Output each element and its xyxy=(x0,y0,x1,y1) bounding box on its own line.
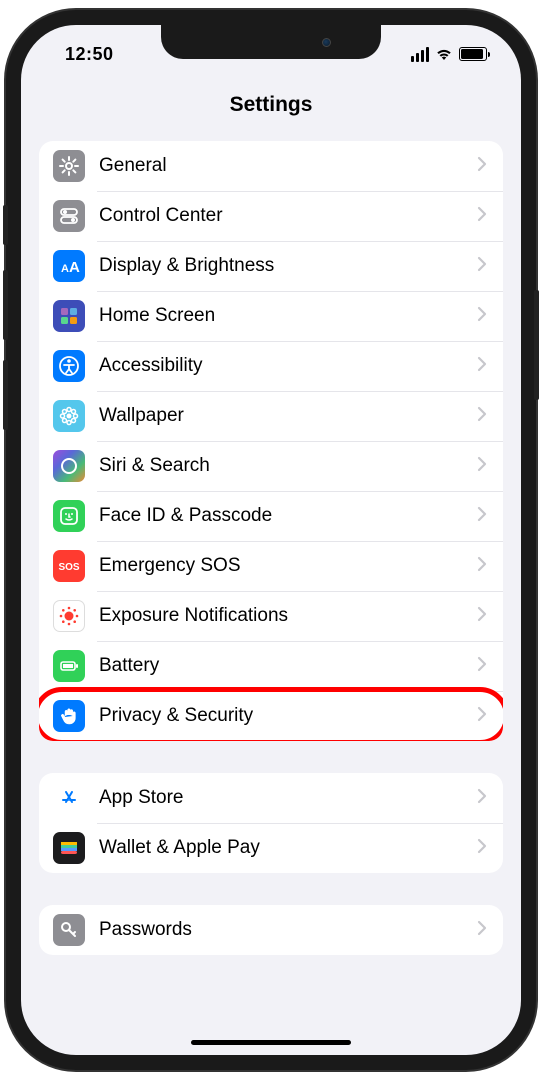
row-label: Exposure Notifications xyxy=(99,605,477,627)
virus-icon xyxy=(53,600,85,632)
settings-row-display-brightness[interactable]: Display & Brightness xyxy=(39,241,503,291)
settings-group: Passwords xyxy=(39,905,503,955)
home-indicator[interactable] xyxy=(191,1040,351,1045)
settings-row-emergency-sos[interactable]: Emergency SOS xyxy=(39,541,503,591)
row-label: Display & Brightness xyxy=(99,255,477,277)
chevron-right-icon xyxy=(477,256,487,277)
phone-frame: 12:50 Settings General Control Center Disp… xyxy=(6,10,536,1070)
screen: 12:50 Settings General Control Center Disp… xyxy=(21,25,521,1055)
battery-icon xyxy=(53,650,85,682)
chevron-right-icon xyxy=(477,156,487,177)
notch xyxy=(161,25,381,59)
appstore-icon xyxy=(53,782,85,814)
settings-row-app-store[interactable]: App Store xyxy=(39,773,503,823)
chevron-right-icon xyxy=(477,406,487,427)
chevron-right-icon xyxy=(477,656,487,677)
chevron-right-icon xyxy=(477,838,487,859)
face-icon xyxy=(53,500,85,532)
chevron-right-icon xyxy=(477,456,487,477)
settings-row-home-screen[interactable]: Home Screen xyxy=(39,291,503,341)
text-size-icon xyxy=(53,250,85,282)
row-label: App Store xyxy=(99,787,477,809)
page-title: Settings xyxy=(21,93,521,117)
settings-group: General Control Center Display & Brightnes… xyxy=(39,141,503,741)
chevron-right-icon xyxy=(477,920,487,941)
toggles-icon xyxy=(53,200,85,232)
row-label: Privacy & Security xyxy=(99,705,477,727)
chevron-right-icon xyxy=(477,606,487,627)
chevron-right-icon xyxy=(477,706,487,727)
settings-row-accessibility[interactable]: Accessibility xyxy=(39,341,503,391)
row-label: Passwords xyxy=(99,919,477,941)
row-label: Face ID & Passcode xyxy=(99,505,477,527)
hand-icon xyxy=(53,700,85,732)
settings-row-battery[interactable]: Battery xyxy=(39,641,503,691)
settings-row-siri-search[interactable]: Siri & Search xyxy=(39,441,503,491)
settings-row-control-center[interactable]: Control Center xyxy=(39,191,503,241)
gear-icon xyxy=(53,150,85,182)
row-label: Wallpaper xyxy=(99,405,477,427)
row-label: Wallet & Apple Pay xyxy=(99,837,477,859)
row-label: Accessibility xyxy=(99,355,477,377)
settings-row-face-id-passcode[interactable]: Face ID & Passcode xyxy=(39,491,503,541)
siri-icon xyxy=(53,450,85,482)
wallet-icon xyxy=(53,832,85,864)
chevron-right-icon xyxy=(477,556,487,577)
row-label: Siri & Search xyxy=(99,455,477,477)
settings-row-wallpaper[interactable]: Wallpaper xyxy=(39,391,503,441)
sos-icon xyxy=(53,550,85,582)
row-label: Home Screen xyxy=(99,305,477,327)
chevron-right-icon xyxy=(477,206,487,227)
nav-header: Settings xyxy=(21,75,521,141)
row-label: General xyxy=(99,155,477,177)
chevron-right-icon xyxy=(477,788,487,809)
row-label: Emergency SOS xyxy=(99,555,477,577)
key-icon xyxy=(53,914,85,946)
settings-group: App Store Wallet & Apple Pay xyxy=(39,773,503,873)
app-grid-icon xyxy=(53,300,85,332)
settings-row-general[interactable]: General xyxy=(39,141,503,191)
settings-row-passwords[interactable]: Passwords xyxy=(39,905,503,955)
settings-row-wallet-apple-pay[interactable]: Wallet & Apple Pay xyxy=(39,823,503,873)
settings-row-privacy-security[interactable]: Privacy & Security xyxy=(39,691,503,741)
row-label: Control Center xyxy=(99,205,477,227)
wifi-icon xyxy=(435,47,453,61)
battery-icon xyxy=(459,47,487,61)
cellular-signal-icon xyxy=(411,47,429,62)
chevron-right-icon xyxy=(477,306,487,327)
status-time: 12:50 xyxy=(65,44,114,65)
flower-icon xyxy=(53,400,85,432)
chevron-right-icon xyxy=(477,506,487,527)
settings-row-exposure-notifications[interactable]: Exposure Notifications xyxy=(39,591,503,641)
figure-icon xyxy=(53,350,85,382)
row-label: Battery xyxy=(99,655,477,677)
chevron-right-icon xyxy=(477,356,487,377)
